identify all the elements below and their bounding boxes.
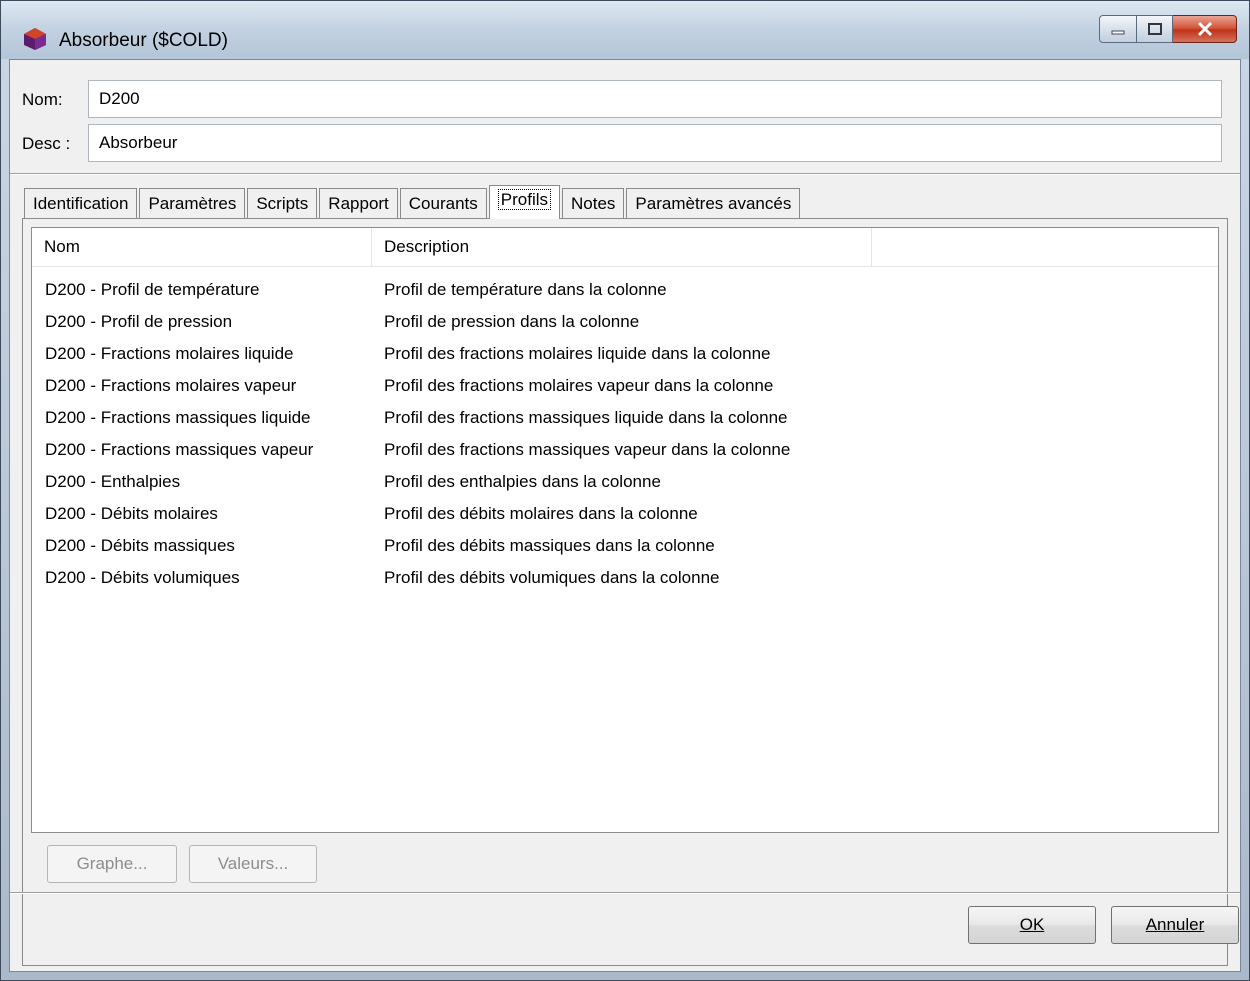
row-description: Profil des fractions massiques liquide d…: [384, 408, 788, 427]
close-icon: [1197, 21, 1212, 37]
row-description: Profil des débits volumiques dans la col…: [384, 568, 720, 587]
nom-label: Nom:: [22, 90, 63, 109]
title-bar[interactable]: Absorbeur ($COLD): [1, 1, 1249, 59]
row-nom: D200 - Fractions massiques vapeur: [45, 440, 314, 459]
list-item[interactable]: D200 - Fractions molaires vapeur Profil d…: [32, 370, 1218, 402]
list-item[interactable]: D200 - Débits volumiques Profil des débit…: [32, 562, 1218, 594]
annuler-button[interactable]: Annuler: [1111, 906, 1239, 944]
dialog-window: Absorbeur ($COLD) Nom: D200 Desc : Absor…: [0, 0, 1250, 981]
tab-parametres-avances[interactable]: Paramètres avancés: [626, 188, 801, 218]
row-nom: D200 - Profil de pression: [45, 312, 233, 331]
list-rows: D200 - Profil de température Profil de te…: [32, 274, 1218, 594]
maximize-icon: [1147, 23, 1162, 35]
minimize-button[interactable]: [1099, 15, 1137, 43]
desc-input[interactable]: Absorbeur: [88, 124, 1222, 162]
desc-label: Desc :: [22, 134, 71, 153]
minimize-icon: [1111, 30, 1125, 35]
list-item[interactable]: D200 - Débits molaires Profil des débits …: [32, 498, 1218, 530]
row-nom: D200 - Enthalpies: [45, 472, 181, 491]
row-description: Profil des fractions molaires liquide da…: [384, 344, 771, 363]
tab-profils-label: Profils: [497, 189, 551, 210]
tab-scripts[interactable]: Scripts: [247, 188, 318, 218]
close-button[interactable]: [1173, 15, 1237, 43]
row-description: Profil de température dans la colonne: [384, 280, 667, 299]
row-nom: D200 - Fractions molaires vapeur: [45, 376, 297, 395]
valeurs-button[interactable]: Valeurs...: [189, 845, 317, 883]
tab-courants[interactable]: Courants: [399, 188, 487, 218]
annuler-button-label: Annuler: [1145, 915, 1205, 934]
row-description: Profil des débits massiques dans la colo…: [384, 536, 715, 555]
row-description: Profil des fractions massiques vapeur da…: [384, 440, 791, 459]
row-description: Profil des enthalpies dans la colonne: [384, 472, 661, 491]
window-controls: [1099, 15, 1237, 45]
list-item[interactable]: D200 - Fractions massiques vapeur Profil …: [32, 434, 1218, 466]
row-description: Profil des débits molaires dans la colon…: [384, 504, 698, 523]
row-nom: D200 - Profil de température: [45, 280, 260, 299]
tab-rapport[interactable]: Rapport: [319, 188, 398, 218]
list-item[interactable]: D200 - Débits massiques Profil des débits…: [32, 530, 1218, 562]
list-item[interactable]: D200 - Enthalpies Profil des enthalpies d…: [32, 466, 1218, 498]
nom-row: Nom: D200: [10, 80, 1240, 118]
list-item[interactable]: D200 - Profil de pression Profil de press…: [32, 306, 1218, 338]
app-logo-icon: [24, 28, 46, 50]
window-title: Absorbeur ($COLD): [59, 30, 228, 51]
row-description: Profil de pression dans la colonne: [384, 312, 640, 331]
row-description: Profil des fractions molaires vapeur dan…: [384, 376, 774, 395]
list-item[interactable]: D200 - Profil de température Profil de te…: [32, 274, 1218, 306]
maximize-button[interactable]: [1137, 15, 1173, 43]
tab-notes[interactable]: Notes: [562, 188, 625, 218]
ok-button[interactable]: OK: [968, 906, 1096, 944]
profils-tab-panel: Nom Description D200 - Profil de tempéra…: [22, 218, 1228, 966]
list-item[interactable]: D200 - Fractions massiques liquide Profil…: [32, 402, 1218, 434]
tab-profils[interactable]: Profils: [488, 185, 560, 219]
dialog-client-area: Nom: D200 Desc : Absorbeur Identificatio…: [9, 59, 1241, 972]
header-separator: [10, 173, 1240, 175]
row-nom: D200 - Fractions massiques liquide: [45, 408, 311, 427]
tab-identification[interactable]: Identification: [24, 188, 138, 218]
tab-strip: Identification Paramètres Scripts Rappor…: [24, 185, 802, 219]
list-header: Nom Description: [32, 228, 1218, 267]
column-header-description[interactable]: Description: [372, 228, 872, 266]
footer-separator: [10, 892, 1240, 894]
ok-button-label: OK: [1019, 915, 1045, 934]
row-nom: D200 - Débits molaires: [45, 504, 218, 523]
tab-parametres[interactable]: Paramètres: [139, 188, 246, 218]
row-nom: D200 - Fractions molaires liquide: [45, 344, 294, 363]
row-nom: D200 - Débits volumiques: [45, 568, 240, 587]
row-nom: D200 - Débits massiques: [45, 536, 235, 555]
profiles-list[interactable]: Nom Description D200 - Profil de tempéra…: [31, 227, 1219, 833]
column-header-nom[interactable]: Nom: [32, 228, 372, 266]
nom-input[interactable]: D200: [88, 80, 1222, 118]
graphe-button[interactable]: Graphe...: [47, 845, 177, 883]
list-item[interactable]: D200 - Fractions molaires liquide Profil …: [32, 338, 1218, 370]
desc-row: Desc : Absorbeur: [10, 124, 1240, 162]
